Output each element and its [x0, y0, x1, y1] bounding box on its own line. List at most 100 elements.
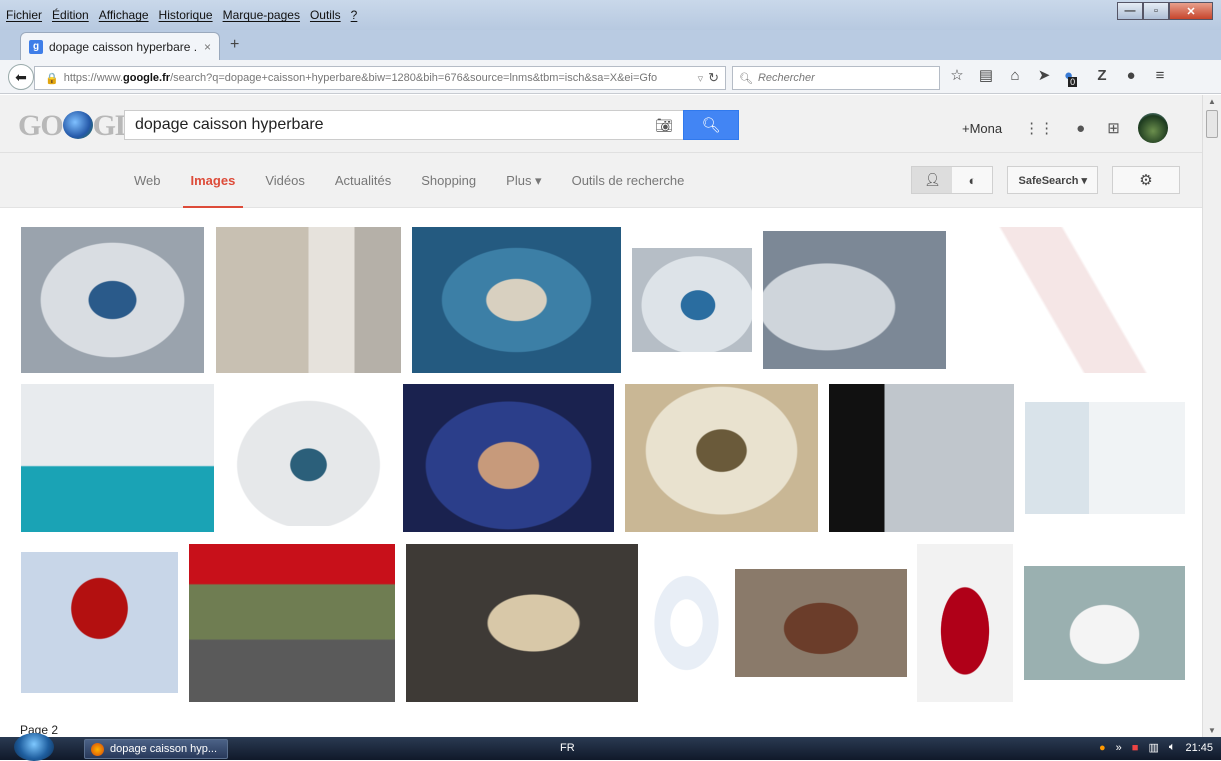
bookmarks-list-icon[interactable]: ▤ — [977, 66, 995, 84]
browser-search-box[interactable]: 🔍︎ Rechercher — [732, 66, 940, 90]
avatar[interactable] — [1137, 113, 1168, 143]
tab-plus[interactable]: Plus ▾ — [506, 173, 541, 189]
share-plus-icon[interactable]: ⊞ — [1107, 119, 1120, 137]
browser-tab[interactable]: g dopage caisson hyperbare ... × — [20, 32, 220, 60]
toolbar-icons: ☆ ▤ ⌂ ➤ ●0 Z ● ≡ — [948, 66, 1169, 87]
tray-firefox-icon[interactable]: ● — [1099, 742, 1106, 754]
image-result[interactable] — [625, 384, 818, 532]
scroll-down-icon[interactable]: ▼ — [1208, 726, 1216, 735]
tab-close-icon[interactable]: × — [204, 40, 211, 54]
search-button[interactable]: 🔍︎ — [683, 110, 739, 140]
menu-icon[interactable]: ≡ — [1151, 67, 1169, 84]
chat-icon[interactable]: ● — [1122, 67, 1140, 84]
network-icon[interactable]: ▥ — [1148, 741, 1158, 754]
menu-help[interactable]: ? — [351, 8, 358, 22]
tab-search-tools[interactable]: Outils de recherche — [572, 173, 685, 189]
image-result[interactable] — [403, 384, 614, 532]
account-area: +Mona ⋮⋮ ● ⊞ — [962, 113, 1168, 143]
close-window-button[interactable]: ✕ — [1169, 2, 1213, 20]
image-result[interactable] — [829, 384, 1014, 532]
image-result[interactable] — [216, 227, 401, 373]
new-tab-button[interactable]: + — [230, 36, 239, 54]
image-result[interactable] — [225, 390, 392, 526]
menu-edition[interactable]: Édition — [52, 8, 89, 22]
image-result[interactable] — [406, 544, 638, 702]
tray-expand-icon[interactable]: » — [1116, 742, 1122, 754]
image-result[interactable] — [958, 227, 1185, 373]
minimize-button[interactable]: — — [1117, 2, 1143, 20]
tray-apps-icon[interactable]: ■ — [1132, 742, 1139, 754]
home-icon[interactable]: ⌂ — [1006, 67, 1024, 84]
lock-icon: 🔒 — [45, 72, 59, 85]
user-link[interactable]: +Mona — [962, 121, 1002, 136]
tab-title: dopage caisson hyperbare ... — [49, 39, 198, 54]
personal-results-toggle: 👤︎ ◐ — [911, 166, 994, 194]
image-result[interactable] — [21, 384, 214, 532]
url-path: /search?q=dopage+caisson+hyperbare&biw=1… — [170, 72, 658, 84]
search-tabs-row: Web Images Vidéos Actualités Shopping Pl… — [0, 153, 1202, 209]
tab-web[interactable]: Web — [134, 173, 161, 189]
tab-actualites[interactable]: Actualités — [335, 173, 391, 189]
system-tray: ● » ■ ▥ 🔈︎ 21:45 — [1099, 741, 1213, 754]
image-result[interactable] — [649, 568, 724, 678]
bookmark-star-icon[interactable]: ☆ — [948, 66, 966, 84]
tab-videos[interactable]: Vidéos — [265, 173, 305, 189]
url-bar[interactable]: 🔒 https://www.google.fr/search?q=dopage+… — [34, 66, 726, 90]
tab-images[interactable]: Images — [182, 173, 244, 209]
start-button[interactable] — [14, 733, 54, 761]
dropdown-icon[interactable]: ▿ — [698, 72, 704, 85]
image-result[interactable] — [412, 227, 621, 373]
taskbar-firefox-button[interactable]: dopage caisson hyp... — [84, 739, 228, 759]
image-result[interactable] — [1025, 402, 1185, 514]
menu-marque-pages[interactable]: Marque-pages — [223, 8, 300, 22]
image-result[interactable] — [763, 231, 946, 369]
menu-fichier[interactable]: Fichier — [6, 8, 42, 22]
tab-strip: g dopage caisson hyperbare ... × + — [0, 30, 1221, 60]
menu-affichage[interactable]: Affichage — [99, 8, 149, 22]
safesearch-button[interactable]: SafeSearch ▾ — [1007, 166, 1098, 194]
image-result[interactable] — [632, 248, 752, 352]
search-query: dopage caisson hyperbare — [135, 116, 324, 133]
url-domain: google.fr — [123, 72, 171, 84]
search-input[interactable]: dopage caisson hyperbare 📷︎ — [124, 110, 684, 140]
scroll-up-icon[interactable]: ▲ — [1208, 97, 1216, 106]
google-header: GO GLE dopage caisson hyperbare 📷︎ 🔍︎ +Mo… — [0, 95, 1202, 153]
reload-icon[interactable]: ↻ — [708, 70, 719, 86]
navigation-bar: ⬅ 🔒 https://www.google.fr/search?q=dopag… — [0, 60, 1221, 94]
back-button[interactable]: ⬅ — [8, 64, 34, 90]
gear-icon[interactable]: ⚙ — [1112, 166, 1180, 194]
zotero-icon[interactable]: Z — [1093, 67, 1111, 84]
apps-grid-icon[interactable]: ⋮⋮ — [1024, 119, 1054, 137]
back-arrow-icon: ⬅ — [15, 68, 27, 85]
image-result[interactable] — [917, 544, 1013, 702]
image-result[interactable] — [21, 227, 204, 373]
taskbar: dopage caisson hyp... FR ● » ■ ▥ 🔈︎ 21:4… — [0, 733, 1221, 761]
menu-bar: Fichier Édition Affichage Historique Mar… — [0, 0, 1221, 30]
url-text: https://www.google.fr/search?q=dopage+ca… — [64, 72, 693, 84]
tab-shopping[interactable]: Shopping — [421, 173, 476, 189]
volume-icon[interactable]: 🔈︎ — [1169, 741, 1176, 754]
image-result[interactable] — [735, 569, 907, 677]
language-indicator[interactable]: FR — [560, 742, 575, 754]
notifications-icon[interactable]: ● — [1076, 120, 1085, 137]
person-icon[interactable]: 👤︎ — [912, 167, 953, 193]
taskbar-app-label: dopage caisson hyp... — [110, 743, 218, 755]
scroll-thumb[interactable] — [1206, 110, 1218, 138]
search-placeholder: Rechercher — [757, 72, 815, 84]
maximize-button[interactable]: ▫ — [1143, 2, 1169, 20]
image-results-grid — [0, 208, 1202, 737]
menu-historique[interactable]: Historique — [159, 8, 213, 22]
image-result[interactable] — [1024, 566, 1185, 680]
search-icon: 🔍︎ — [739, 72, 753, 85]
send-icon[interactable]: ➤ — [1035, 66, 1053, 84]
image-result[interactable] — [189, 544, 395, 702]
magnifier-icon: 🔍︎ — [701, 117, 721, 134]
globe-results-icon[interactable]: ◐ — [952, 167, 993, 193]
image-result[interactable] — [21, 552, 178, 693]
extension-icon[interactable]: ●0 — [1064, 67, 1082, 87]
menu-outils[interactable]: Outils — [310, 8, 341, 22]
results-tools: 👤︎ ◐ SafeSearch ▾ ⚙ — [911, 166, 1180, 194]
vertical-scrollbar[interactable]: ▲ ▼ — [1202, 95, 1221, 737]
camera-icon[interactable]: 📷︎ — [655, 117, 673, 134]
clock[interactable]: 21:45 — [1185, 742, 1213, 754]
